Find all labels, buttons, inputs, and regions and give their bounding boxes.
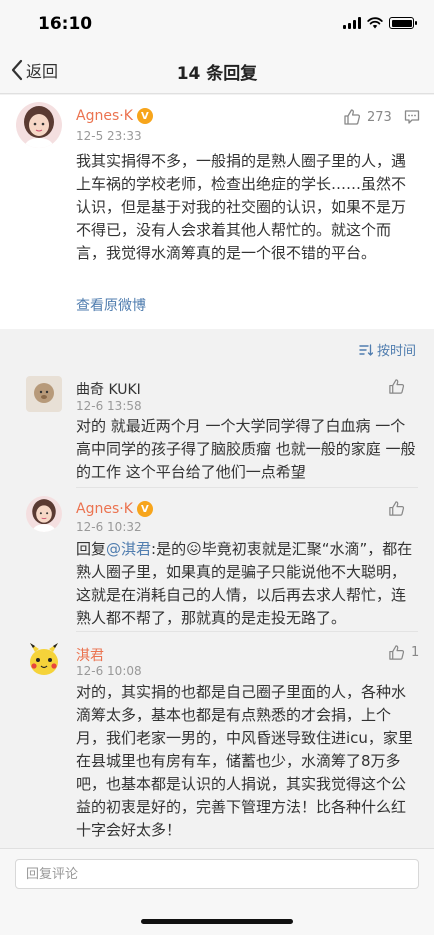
reply-item: 曲奇 KUKI 12-6 13:58 对的 就最近两个月 一个大学同学得了白血病… [0, 366, 434, 488]
status-icons [343, 16, 417, 30]
reply-text: 对的 就最近两个月 一个大学同学得了白血病 一个高中同学的孩子得了脑胶质瘤 也就… [76, 417, 416, 481]
divider [76, 631, 418, 632]
view-original-link[interactable]: 查看原微博 [76, 295, 146, 315]
divider [76, 487, 418, 488]
avatar[interactable] [26, 496, 62, 532]
like-count: 273 [367, 109, 392, 125]
sort-label: 按时间 [376, 344, 416, 359]
sort-icon [359, 343, 373, 356]
author-name[interactable]: Agnes·K [76, 108, 133, 124]
comment-time: 12-6 10:08 [76, 664, 142, 678]
page-title: 14 条回复 [176, 64, 258, 84]
comment-button[interactable] [404, 109, 420, 129]
reply-text: 回复@淇君:是的😖毕竟初衷就是汇聚“水滴”，都在熟人圈子里，如果真的是骗子只能说… [76, 538, 416, 630]
signal-icon [343, 17, 361, 29]
reply-prefix: 回复 [76, 540, 107, 558]
thumbs-up-icon [389, 501, 405, 516]
root-comment: Agnes·K V 12-5 23:33 273 我其实捐得不多，一般捐的是熟人… [0, 95, 434, 329]
emoji-icon: 😖 [186, 540, 202, 558]
like-button[interactable] [388, 500, 405, 517]
status-bar: 16:10 [0, 0, 434, 46]
comment-time: 12-6 10:32 [76, 520, 142, 534]
author-name[interactable]: 曲奇 KUKI [76, 379, 141, 399]
sort-toggle[interactable]: 按时间 [359, 340, 416, 359]
comment-time: 12-5 23:33 [76, 129, 142, 143]
comment-text: 我其实捐得不多，一般捐的是熟人圈子里的人，遇上车祸的学校老师，检查出绝症的学长…… [76, 152, 407, 262]
comment-icon [404, 110, 420, 124]
author-row: 淇君 [76, 645, 104, 665]
sort-bar: 按时间 [0, 340, 434, 366]
like-count: 1 [411, 645, 420, 660]
wifi-icon [367, 17, 383, 29]
author-name[interactable]: 淇君 [76, 645, 104, 665]
comment-time: 12-6 13:58 [76, 399, 142, 413]
like-button[interactable] [388, 378, 405, 395]
avatar[interactable] [26, 642, 62, 678]
home-indicator [141, 919, 293, 924]
avatar[interactable] [26, 376, 62, 412]
mention-link[interactable]: @淇君 [106, 540, 151, 558]
reply-comment-input[interactable] [15, 859, 419, 889]
author-row: Agnes·K V [76, 108, 153, 124]
reply-item: 淇君 12-6 10:08 1 对的，其实捐的也都是自己圈子里面的人，各种水滴筹… [0, 633, 434, 843]
like-button[interactable]: 273 [343, 108, 392, 126]
author-row: Agnes·K V [76, 501, 153, 517]
footer [0, 848, 434, 935]
like-button[interactable]: 1 [388, 644, 419, 661]
battery-icon [389, 17, 417, 29]
reply-item: Agnes·K V 12-6 10:32 回复@淇君:是的😖毕竟初衷就是汇聚“水… [0, 489, 434, 632]
thumbs-up-icon [344, 109, 361, 125]
reply-text: 对的，其实捐的也都是自己圈子里面的人，各种水滴筹太多，基本也都是有点熟悉的才会捐… [76, 683, 413, 839]
avatar[interactable] [16, 102, 62, 148]
vip-badge-icon: V [136, 108, 153, 124]
nav-bar: 返回 14 条回复 [0, 46, 434, 94]
thumbs-up-icon [389, 645, 405, 660]
thumbs-up-icon [389, 379, 405, 394]
author-row: 曲奇 KUKI [76, 379, 141, 399]
author-name[interactable]: Agnes·K [76, 501, 133, 517]
vip-badge-icon: V [136, 501, 153, 517]
status-time: 16:10 [38, 14, 93, 34]
reply-text-lead: :是的 [151, 540, 187, 558]
